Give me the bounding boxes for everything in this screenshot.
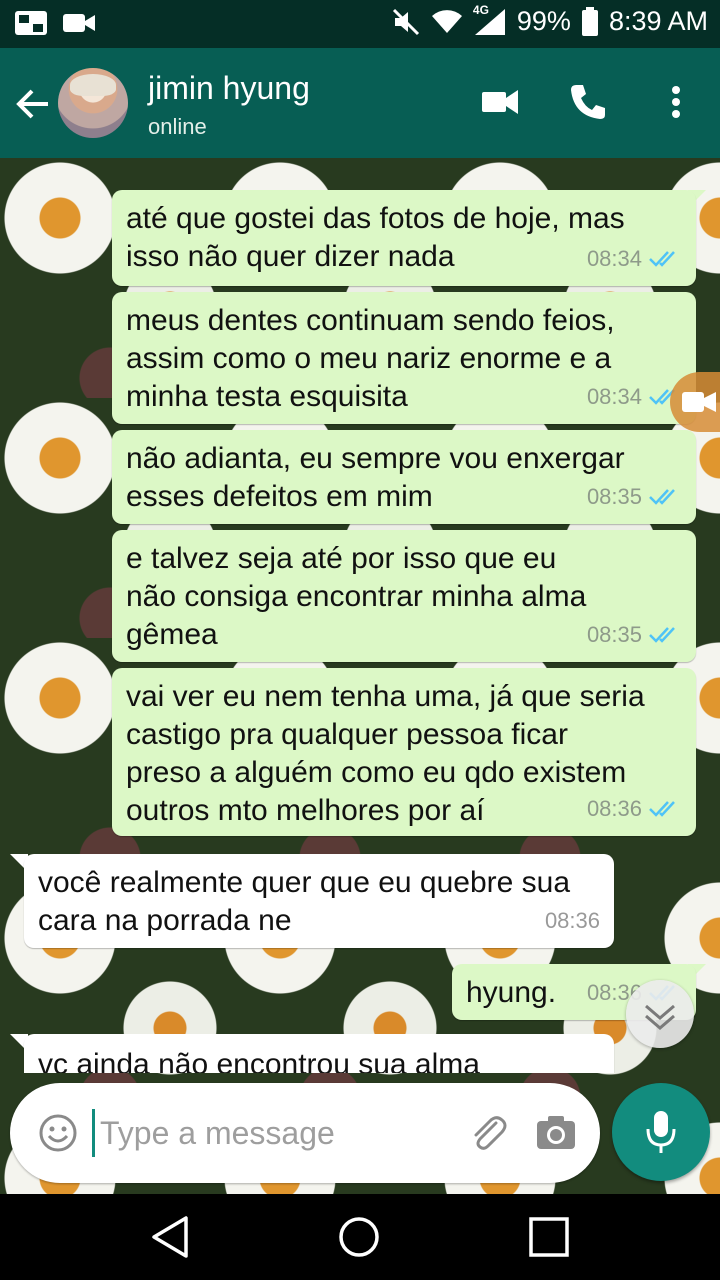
message-input[interactable] bbox=[100, 1105, 460, 1161]
arrow-left-icon[interactable] bbox=[14, 84, 54, 124]
microphone-icon bbox=[646, 1111, 676, 1153]
smiley-icon[interactable] bbox=[38, 1113, 78, 1153]
double-check-icon bbox=[649, 489, 675, 505]
message-bubble-outgoing[interactable]: e talvez seja até por isso que eu não co… bbox=[112, 530, 696, 662]
wifi-hotspot-icon bbox=[15, 11, 47, 35]
double-check-icon bbox=[649, 627, 675, 643]
text-caret bbox=[92, 1109, 95, 1157]
network-type-label: 4G bbox=[472, 2, 489, 17]
message-bubble-incoming[interactable]: vc ainda não encontrou sua alma bbox=[24, 1034, 614, 1073]
message-list: até que gostei das fotos de hoje, mas is… bbox=[0, 158, 720, 1073]
message-time: 08:35 bbox=[586, 484, 642, 509]
chevron-double-down-icon bbox=[645, 1004, 675, 1030]
message-text-line: hyung. bbox=[466, 976, 557, 1009]
message-time: 08:35 bbox=[586, 622, 642, 647]
contact-status: online bbox=[148, 114, 207, 139]
message-bubble-incoming[interactable]: você realmente quer que eu quebre sua ca… bbox=[24, 854, 614, 948]
message-text-line: assim como o meu nariz enorme e a bbox=[126, 342, 612, 375]
message-text-line: vai ver eu nem tenha uma, já que seria bbox=[126, 680, 645, 713]
message-text-line: meus dentes continuam sendo feios, bbox=[126, 304, 615, 337]
paperclip-icon[interactable] bbox=[466, 1111, 510, 1155]
battery-icon bbox=[581, 6, 598, 36]
message-text-line: castigo pra qualquer pessoa ficar bbox=[126, 718, 568, 751]
message-text-line: vc ainda não encontrou sua alma bbox=[38, 1048, 480, 1073]
message-bubble-outgoing[interactable]: meus dentes continuam sendo feios, assim… bbox=[112, 292, 696, 424]
avatar[interactable] bbox=[58, 68, 128, 138]
system-navigation-bar bbox=[0, 1194, 720, 1280]
contact-name[interactable]: jimin hyung bbox=[148, 70, 310, 107]
message-text-line: preso a alguém como eu qdo existem bbox=[126, 756, 627, 789]
video-notification-icon bbox=[63, 14, 95, 32]
message-composer bbox=[10, 1083, 600, 1183]
message-text-line: cara na porrada ne bbox=[38, 904, 292, 937]
double-check-icon bbox=[649, 251, 675, 267]
message-time: 08:36 bbox=[544, 908, 600, 933]
status-bar: 4G 99% 8:39 AM bbox=[0, 0, 720, 48]
message-time: 08:36 bbox=[586, 796, 642, 821]
camera-icon[interactable] bbox=[534, 1111, 578, 1155]
home-circle-icon[interactable] bbox=[336, 1214, 382, 1260]
video-camera-icon bbox=[682, 392, 716, 412]
cell-signal-icon: 4G bbox=[473, 3, 507, 37]
message-text-line: até que gostei das fotos de hoje, mas bbox=[126, 202, 625, 235]
message-bubble-outgoing[interactable]: não adianta, eu sempre vou enxergar esse… bbox=[112, 430, 696, 524]
chat-header: jimin hyung online bbox=[0, 48, 720, 158]
mute-icon bbox=[392, 8, 419, 35]
double-check-icon bbox=[649, 801, 675, 817]
message-text-line: não adianta, eu sempre vou enxergar bbox=[126, 442, 625, 475]
message-time: 08:34 bbox=[586, 384, 642, 409]
wifi-icon bbox=[431, 9, 462, 33]
message-time: 08:34 bbox=[586, 246, 642, 271]
recents-square-icon[interactable] bbox=[526, 1214, 572, 1260]
message-bubble-outgoing[interactable]: vai ver eu nem tenha uma, já que seria c… bbox=[112, 668, 696, 836]
message-text-line: você realmente quer que eu quebre sua bbox=[38, 866, 571, 899]
video-camera-icon[interactable] bbox=[478, 80, 522, 124]
message-text-line: não consiga encontrar minha alma bbox=[126, 580, 587, 613]
message-bubble-outgoing[interactable]: até que gostei das fotos de hoje, mas is… bbox=[112, 190, 696, 286]
chat-background: até que gostei das fotos de hoje, mas is… bbox=[0, 158, 720, 1194]
message-text-line: e talvez seja até por isso que eu bbox=[126, 542, 557, 575]
clock: 8:39 AM bbox=[608, 6, 708, 36]
scroll-to-bottom-button[interactable] bbox=[626, 980, 694, 1048]
battery-percent: 99% bbox=[516, 6, 571, 36]
phone-icon[interactable] bbox=[566, 80, 610, 124]
microphone-button[interactable] bbox=[612, 1083, 710, 1181]
more-vertical-icon[interactable] bbox=[654, 80, 698, 124]
back-triangle-icon[interactable] bbox=[148, 1214, 194, 1260]
